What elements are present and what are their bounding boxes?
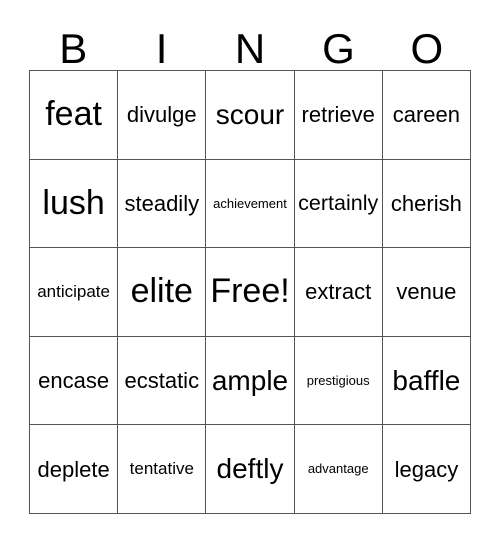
bingo-cell-label: careen [392, 102, 461, 128]
bingo-cell[interactable]: elite [118, 248, 207, 337]
bingo-cell[interactable]: extract [294, 248, 383, 337]
bingo-header-cell-o: O [383, 18, 471, 70]
bingo-cell[interactable]: deplete [30, 425, 119, 514]
bingo-cell[interactable]: achievement [206, 159, 295, 249]
bingo-cell[interactable]: cherish [382, 159, 471, 249]
bingo-cell[interactable]: deftly [206, 425, 295, 514]
bingo-cell-label: feat [45, 94, 102, 133]
bingo-cell-label: elite [130, 272, 193, 311]
bingo-cell[interactable]: lush [30, 159, 119, 249]
bingo-cell-label: baffle [392, 364, 461, 396]
bingo-grid: feat divulge scour retrieve careen lush … [29, 70, 471, 514]
bingo-header: B I N G O [29, 18, 471, 70]
bingo-header-letter: G [322, 25, 355, 72]
bingo-cell-label: lush [42, 183, 105, 222]
bingo-cell-label: deftly [216, 453, 284, 485]
bingo-header-letter: O [410, 25, 444, 72]
bingo-cell-label: venue [396, 279, 457, 305]
bingo-cell[interactable]: divulge [118, 71, 207, 160]
bingo-cell[interactable]: anticipate [30, 248, 119, 337]
bingo-cell[interactable]: encase [30, 336, 119, 426]
bingo-cell[interactable]: venue [382, 248, 471, 337]
bingo-cell-free-space[interactable]: Free! [206, 248, 295, 337]
bingo-cell-label: steadily [124, 190, 200, 216]
bingo-cell-label: ample [211, 364, 289, 396]
bingo-cell-label: extract [305, 279, 372, 305]
bingo-cell[interactable]: legacy [382, 425, 471, 514]
bingo-cell[interactable]: steadily [118, 159, 207, 249]
bingo-header-letter: N [234, 25, 266, 72]
bingo-cell-label: achievement [213, 195, 287, 211]
bingo-cell[interactable]: tentative [118, 425, 207, 514]
bingo-cell-label: Free! [210, 272, 290, 311]
bingo-cell-label: scour [215, 99, 285, 131]
bingo-cell[interactable]: ecstatic [118, 336, 207, 426]
bingo-cell[interactable]: baffle [382, 336, 471, 426]
bingo-cell[interactable]: advantage [294, 425, 383, 514]
bingo-cell-label: tentative [129, 459, 194, 479]
bingo-cell[interactable]: careen [382, 71, 471, 160]
bingo-cell[interactable]: retrieve [294, 71, 383, 160]
bingo-cell-label: encase [38, 368, 110, 394]
bingo-cell-label: legacy [394, 456, 459, 482]
bingo-cell[interactable]: certainly [294, 159, 383, 249]
bingo-header-cell-b: B [29, 18, 117, 70]
bingo-header-cell-i: I [117, 18, 205, 70]
bingo-cell-label: advantage [307, 461, 369, 477]
bingo-header-letter: B [59, 25, 88, 72]
bingo-header-cell-g: G [294, 18, 382, 70]
bingo-cell-label: deplete [37, 456, 110, 482]
bingo-cell-label: ecstatic [124, 368, 200, 394]
bingo-cell-label: retrieve [301, 102, 375, 128]
bingo-cell-label: certainly [298, 191, 379, 216]
bingo-cell[interactable]: feat [30, 71, 119, 160]
bingo-cell[interactable]: prestigious [294, 336, 383, 426]
bingo-cell[interactable]: scour [206, 71, 295, 160]
bingo-cell-label: anticipate [37, 282, 110, 302]
bingo-cell-label: prestigious [306, 372, 370, 388]
bingo-cell-label: cherish [390, 190, 462, 216]
bingo-card: B I N G O feat divulge scour retrieve ca… [0, 0, 500, 544]
bingo-cell-label: divulge [126, 102, 197, 128]
bingo-header-cell-n: N [206, 18, 294, 70]
bingo-cell[interactable]: ample [206, 336, 295, 426]
bingo-header-letter: I [155, 25, 168, 72]
